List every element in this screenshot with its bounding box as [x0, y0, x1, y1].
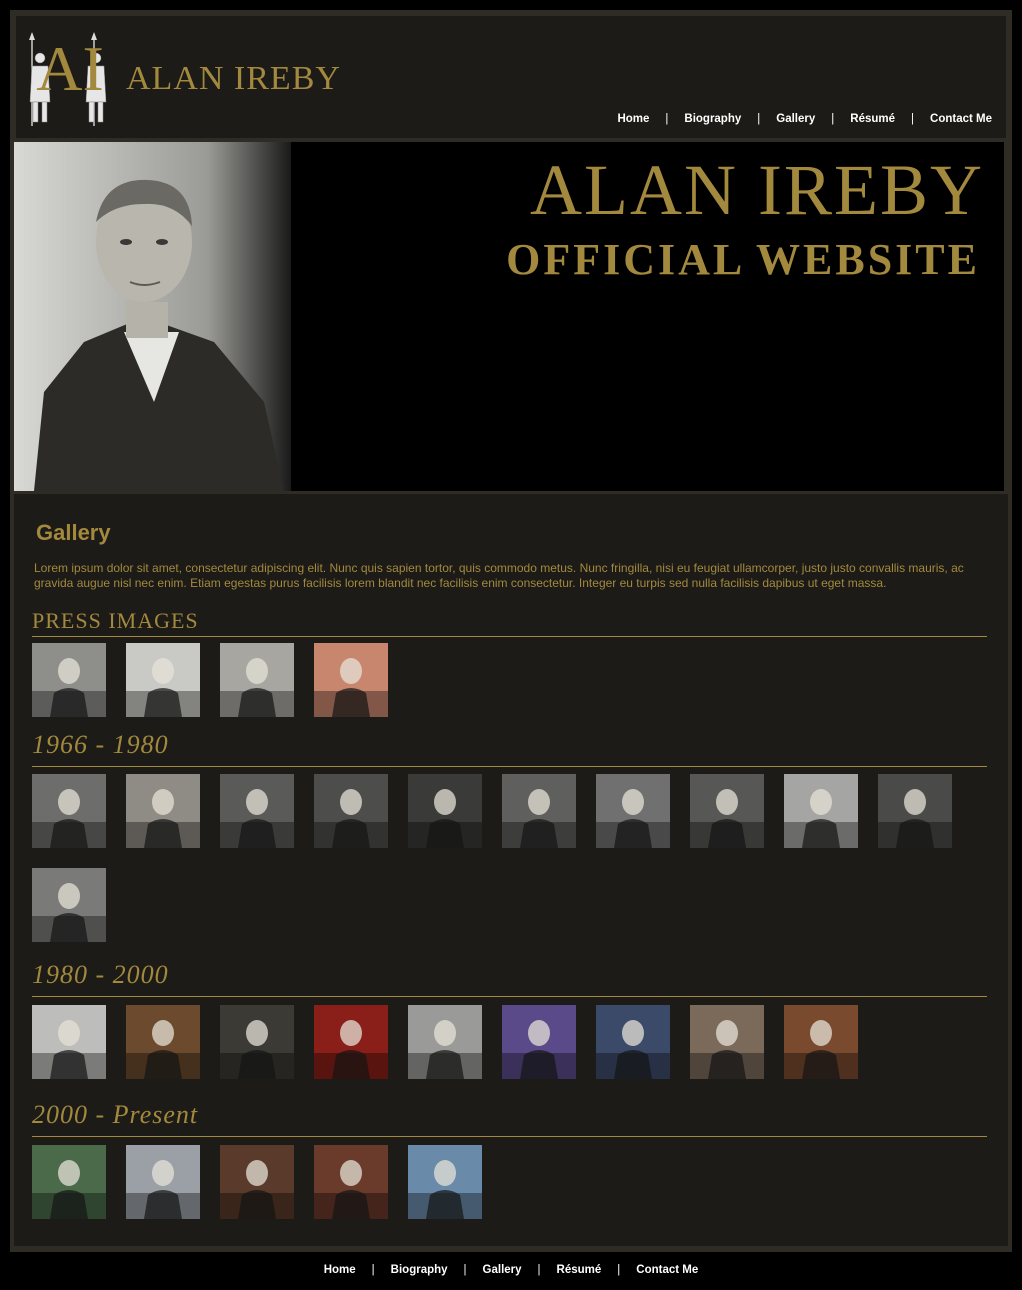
gallery-thumbnail[interactable] — [784, 1005, 858, 1079]
thumbnail-photo-icon — [596, 1005, 670, 1079]
section-divider — [32, 766, 987, 767]
footer-nav-home[interactable]: Home — [324, 1264, 356, 1276]
thumbnail-photo-icon — [314, 1005, 388, 1079]
logo-text[interactable]: ALAN IREBY — [126, 60, 341, 98]
section-title-2000-present: 2000 - Present — [32, 1100, 199, 1129]
thumbnail-photo-icon — [32, 643, 106, 717]
gallery-thumbnail[interactable] — [126, 1145, 200, 1219]
gallery-thumbnail[interactable] — [878, 774, 952, 848]
gallery-thumbnail[interactable] — [690, 1005, 764, 1079]
section-title-press-images: PRESS IMAGES — [32, 608, 199, 633]
banner-subtitle: OFFICIAL WEBSITE — [506, 235, 980, 284]
gallery-thumbnail[interactable] — [596, 1005, 670, 1079]
nav-separator: | — [665, 113, 669, 125]
gallery-thumbnail[interactable] — [596, 774, 670, 848]
thumbnail-photo-icon — [408, 774, 482, 848]
nav-separator: | — [463, 1264, 467, 1276]
thumbnail-photo-icon — [220, 774, 294, 848]
footer-nav-biography[interactable]: Biography — [391, 1264, 448, 1276]
gallery-thumbnail[interactable] — [126, 643, 200, 717]
gallery-thumbnail[interactable] — [32, 1005, 106, 1079]
thumbnail-photo-icon — [502, 774, 576, 848]
section-title-1966-1980: 1966 - 1980 — [32, 730, 169, 759]
thumbnail-photo-icon — [126, 1005, 200, 1079]
gallery-thumbnail[interactable] — [502, 774, 576, 848]
nav-biography[interactable]: Biography — [684, 113, 741, 125]
section-divider — [32, 1136, 987, 1137]
nav-separator: | — [911, 113, 915, 125]
gallery-thumbnail[interactable] — [314, 643, 388, 717]
thumbnail-photo-icon — [878, 774, 952, 848]
nav-separator: | — [617, 1264, 621, 1276]
thumbnail-photo-icon — [690, 1005, 764, 1079]
intro-text: Lorem ipsum dolor sit amet, consectetur … — [34, 561, 964, 590]
gallery-thumbnail[interactable] — [408, 1005, 482, 1079]
nav-separator: | — [371, 1264, 375, 1276]
thumbnail-photo-icon — [502, 1005, 576, 1079]
nav-separator: | — [757, 113, 761, 125]
page-title: Gallery — [36, 520, 111, 545]
portrait-photo — [14, 142, 291, 491]
gallery-thumbnail[interactable] — [220, 1005, 294, 1079]
gallery-thumbnail[interactable] — [314, 1005, 388, 1079]
thumbnail-photo-icon — [784, 1005, 858, 1079]
section-title-1980-2000: 1980 - 2000 — [32, 960, 169, 989]
section-divider — [32, 636, 987, 637]
content-area: Gallery Lorem ipsum dolor sit amet, cons… — [10, 494, 1012, 1252]
gallery-thumbnail[interactable] — [314, 774, 388, 848]
thumbnail-photo-icon — [220, 1005, 294, 1079]
thumbnail-photo-icon — [126, 774, 200, 848]
gallery-thumbnail[interactable] — [314, 1145, 388, 1219]
gallery-thumbnail[interactable] — [408, 1145, 482, 1219]
nav-separator: | — [537, 1264, 541, 1276]
banner-title: ALAN IREBY — [530, 150, 984, 230]
top-nav: Home | Biography | Gallery | Résumé | Co… — [617, 113, 992, 125]
section-divider — [32, 996, 987, 997]
gallery-thumbnail[interactable] — [32, 868, 106, 942]
footer-nav-resume[interactable]: Résumé — [557, 1264, 602, 1276]
thumbnail-photo-icon — [220, 1145, 294, 1219]
gallery-thumbnail[interactable] — [690, 774, 764, 848]
gallery-thumbnail[interactable] — [220, 774, 294, 848]
thumbnail-photo-icon — [32, 774, 106, 848]
footer-nav-gallery[interactable]: Gallery — [483, 1264, 522, 1276]
thumbnail-photo-icon — [32, 868, 106, 942]
logo[interactable]: AI — [24, 30, 124, 130]
gallery-thumbnail[interactable] — [126, 774, 200, 848]
thumbnail-photo-icon — [220, 643, 294, 717]
gallery-thumbnail[interactable] — [408, 774, 482, 848]
thumbnail-photo-icon — [690, 774, 764, 848]
thumbnail-photo-icon — [408, 1145, 482, 1219]
gallery-thumbnail[interactable] — [220, 1145, 294, 1219]
logo-monogram-icon: AI — [29, 32, 107, 126]
nav-gallery[interactable]: Gallery — [776, 113, 815, 125]
thumbnail-photo-icon — [408, 1005, 482, 1079]
thumbnail-photo-icon — [32, 1005, 106, 1079]
gallery-thumbnail[interactable] — [32, 643, 106, 717]
thumbnail-photo-icon — [784, 774, 858, 848]
nav-home[interactable]: Home — [617, 113, 649, 125]
thumbnail-photo-icon — [314, 774, 388, 848]
thumbnail-photo-icon — [32, 1145, 106, 1219]
gallery-thumbnail[interactable] — [502, 1005, 576, 1079]
gallery-thumbnail[interactable] — [220, 643, 294, 717]
svg-text:AI: AI — [36, 33, 104, 104]
thumbnail-photo-icon — [314, 643, 388, 717]
thumbnail-photo-icon — [126, 643, 200, 717]
footer-nav-contact[interactable]: Contact Me — [636, 1264, 698, 1276]
gallery-thumbnail[interactable] — [784, 774, 858, 848]
thumbnail-photo-icon — [314, 1145, 388, 1219]
nav-resume[interactable]: Résumé — [850, 113, 895, 125]
gallery-thumbnail[interactable] — [32, 774, 106, 848]
gallery-thumbnail[interactable] — [32, 1145, 106, 1219]
thumbnail-photo-icon — [596, 774, 670, 848]
nav-contact[interactable]: Contact Me — [930, 113, 992, 125]
footer-nav: Home | Biography | Gallery | Résumé | Co… — [0, 1264, 1022, 1276]
hero-banner: ALAN IREBY OFFICIAL WEBSITE — [10, 138, 1012, 496]
nav-separator: | — [831, 113, 835, 125]
thumbnail-photo-icon — [126, 1145, 200, 1219]
gallery-thumbnail[interactable] — [126, 1005, 200, 1079]
